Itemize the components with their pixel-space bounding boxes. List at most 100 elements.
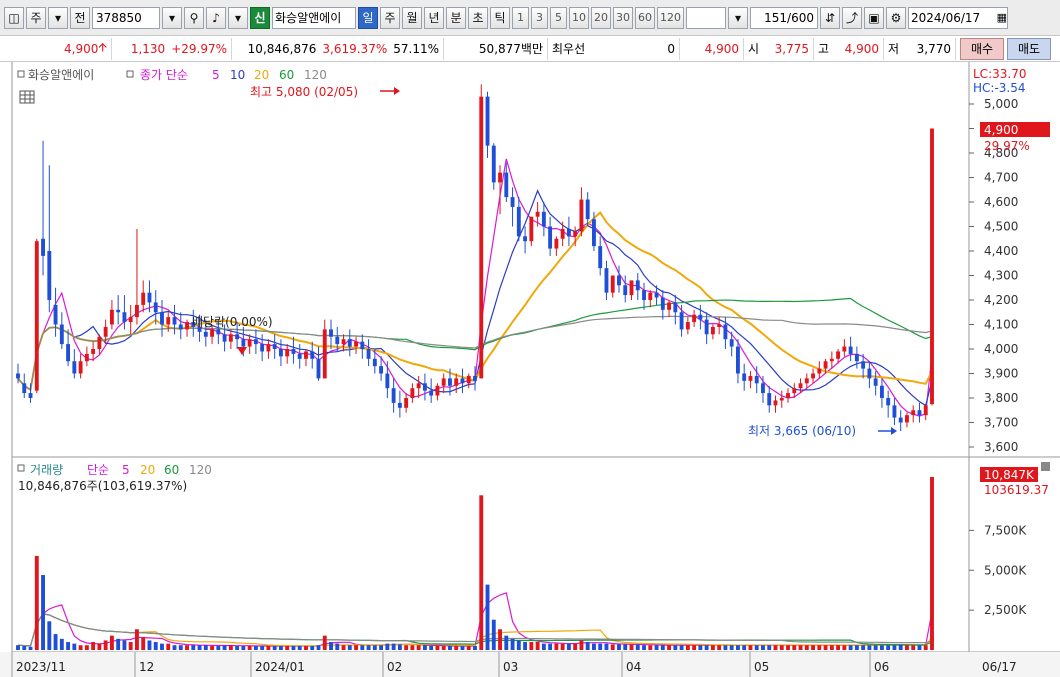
volume-bar <box>817 645 822 650</box>
stock-code-input[interactable]: 378850 <box>92 6 160 29</box>
prev-button[interactable]: 전 <box>70 6 90 29</box>
interval-20[interactable]: 20 <box>591 6 611 29</box>
candle-body <box>416 383 421 389</box>
price-tick-label: 3,800 <box>984 391 1018 405</box>
volume-bar <box>59 638 64 650</box>
tab-second[interactable]: 초 <box>468 6 488 29</box>
volume-bar <box>848 645 853 650</box>
volume-bar <box>573 643 578 650</box>
interval-5[interactable]: 5 <box>550 6 567 29</box>
candle-body <box>930 128 934 405</box>
speaker-dropdown-icon[interactable]: ▾ <box>228 6 248 29</box>
high-annotation: 최고 5,080 (02/05) <box>250 85 358 99</box>
ma-legend-10: 10 <box>230 68 245 82</box>
time-tick-label: 04 <box>626 660 641 674</box>
candle-body <box>748 375 753 381</box>
volume-bar <box>873 645 878 650</box>
candle-body <box>773 400 778 406</box>
volume-bar <box>304 646 308 650</box>
volume-bar <box>397 644 402 650</box>
candle-body <box>535 211 540 217</box>
candle-body <box>554 238 559 249</box>
interval-30[interactable]: 30 <box>613 6 633 29</box>
tab-daily[interactable]: 일 <box>358 6 378 29</box>
close-panel-icon[interactable] <box>1041 462 1050 471</box>
candle-body <box>297 353 302 359</box>
period-dropdown-icon[interactable]: ▾ <box>48 6 68 29</box>
volume-bar <box>779 645 784 650</box>
candle-body <box>523 236 528 242</box>
volume-bar <box>854 645 859 650</box>
volume-bar <box>41 575 45 650</box>
gear-icon[interactable]: ⚙ <box>886 6 907 29</box>
tab-yearly[interactable]: 년 <box>424 6 444 29</box>
volume-bar <box>191 645 196 650</box>
speaker-icon[interactable]: ♪ <box>206 6 226 29</box>
volume-bar <box>366 645 371 650</box>
volume-bar <box>485 584 490 650</box>
candle-body <box>717 324 722 327</box>
code-dropdown-icon[interactable]: ▾ <box>162 6 182 29</box>
period-toggle-button[interactable]: 주 <box>26 6 46 29</box>
interval-120[interactable]: 120 <box>657 6 684 29</box>
candle-body <box>103 326 108 337</box>
tab-minute[interactable]: 분 <box>446 6 466 29</box>
candle-body <box>379 366 384 374</box>
interval-60[interactable]: 60 <box>635 6 655 29</box>
stock-name-field[interactable]: 화승알앤에이 <box>272 6 356 29</box>
interval-10[interactable]: 10 <box>569 6 589 29</box>
save-icon[interactable]: ▣ <box>864 6 885 29</box>
custom-interval-input[interactable] <box>686 6 726 29</box>
time-tick-label: 05 <box>754 660 769 674</box>
sell-button[interactable]: 매도 <box>1007 37 1051 60</box>
candle-body <box>372 358 377 367</box>
candle-body <box>316 358 321 379</box>
candle-body <box>260 344 265 352</box>
volume-bar <box>329 642 333 650</box>
candle-body <box>335 336 340 345</box>
data-count-field[interactable]: 151/600 <box>750 6 818 29</box>
custom-interval-dropdown-icon[interactable]: ▾ <box>728 6 748 29</box>
date-picker[interactable]: 2024/06/17 ▦ <box>908 6 1009 29</box>
candle-body <box>435 385 440 396</box>
candle-body <box>817 368 822 374</box>
zoom-icon[interactable]: ⇵ <box>820 6 840 29</box>
drawing-tool-icon[interactable]: ⤴ <box>842 6 863 29</box>
quote-bar: 4,900 🡩 1,130 +29.97% 10,846,876 3,619.37% 5… <box>0 36 1060 62</box>
volume-legend-title: 거래량 <box>30 463 63 477</box>
ma-legend-120: 120 <box>304 68 327 82</box>
search-icon[interactable]: ⚲ <box>184 6 204 29</box>
volume-bar <box>285 646 290 650</box>
calendar-icon[interactable]: ▦ <box>997 11 1007 24</box>
tab-tick[interactable]: 틱 <box>490 6 510 29</box>
tab-monthly[interactable]: 월 <box>402 6 422 29</box>
volume-bar <box>836 645 841 650</box>
volume-bar <box>22 646 27 650</box>
volume-bar <box>460 646 465 650</box>
candle-body <box>485 96 490 146</box>
candle-body <box>911 410 916 416</box>
chart-settings-icon[interactable]: ◫ <box>4 6 24 29</box>
candle-body <box>322 329 327 379</box>
volume-bar <box>78 645 83 650</box>
candle-body <box>573 231 578 237</box>
volume-bar <box>767 645 772 650</box>
candle-body <box>829 358 834 362</box>
volume-bar <box>911 645 916 650</box>
interval-3[interactable]: 3 <box>531 6 548 29</box>
candle-body <box>698 314 703 320</box>
trade-value: 50,877백만 <box>444 37 548 60</box>
candle-body <box>172 317 177 325</box>
shin-badge[interactable]: 신 <box>250 6 270 29</box>
candle-body <box>804 378 809 384</box>
candle-body <box>410 388 415 398</box>
buy-button[interactable]: 매수 <box>960 37 1004 60</box>
candle-body <box>754 375 759 384</box>
interval-1[interactable]: 1 <box>512 6 529 29</box>
volume-bar <box>692 645 697 650</box>
volume-bar <box>429 646 434 650</box>
tab-weekly[interactable]: 주 <box>380 6 400 29</box>
candle-body <box>347 339 352 347</box>
price-volume-chart[interactable]: 5,0004,9004,8004,7004,6004,5004,4004,300… <box>0 62 1060 677</box>
table-view-icon[interactable] <box>19 90 35 104</box>
